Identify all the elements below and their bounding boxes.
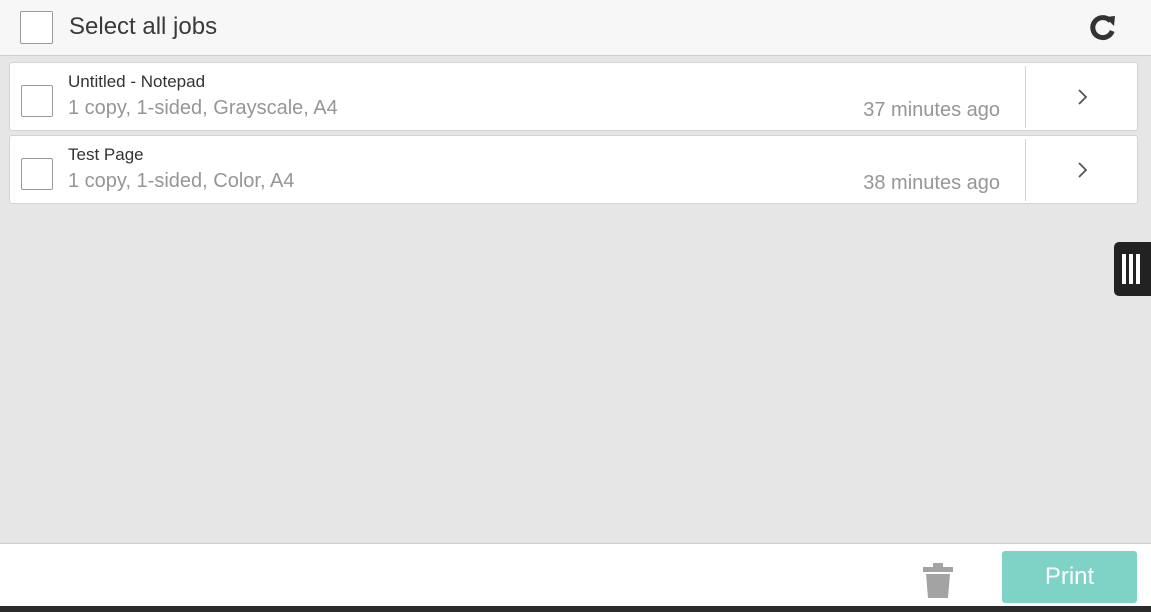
panel-handle-icon[interactable] [1114,242,1151,296]
bottom-edge [0,606,1151,612]
handle-bar [1122,254,1126,284]
chevron-right-icon [1078,89,1088,105]
job-checkbox[interactable] [21,158,53,190]
trash-icon[interactable] [922,563,954,604]
select-all-label[interactable]: Select all jobs [69,13,217,41]
handle-bar [1136,254,1140,284]
job-row[interactable]: Test Page 1 copy, 1-sided, Color, A4 38 … [9,135,1138,204]
job-details: 1 copy, 1-sided, Color, A4 [68,170,295,192]
print-button[interactable]: Print [1002,551,1137,603]
handle-bar [1129,254,1133,284]
job-title: Test Page [68,145,144,164]
chevron-right-icon [1078,162,1088,178]
footer-bar: Print [0,543,1151,606]
job-checkbox[interactable] [21,85,53,117]
job-row[interactable]: Untitled - Notepad 1 copy, 1-sided, Gray… [9,62,1138,131]
header-bar: Select all jobs [0,0,1151,56]
refresh-icon[interactable] [1088,13,1118,43]
job-time: 38 minutes ago [863,172,1000,194]
job-title: Untitled - Notepad [68,72,206,91]
select-all-checkbox[interactable] [20,11,53,44]
job-time: 37 minutes ago [863,99,1000,121]
job-details-button[interactable] [1026,63,1138,130]
job-details: 1 copy, 1-sided, Grayscale, A4 [68,97,338,119]
job-details-button[interactable] [1026,136,1138,203]
